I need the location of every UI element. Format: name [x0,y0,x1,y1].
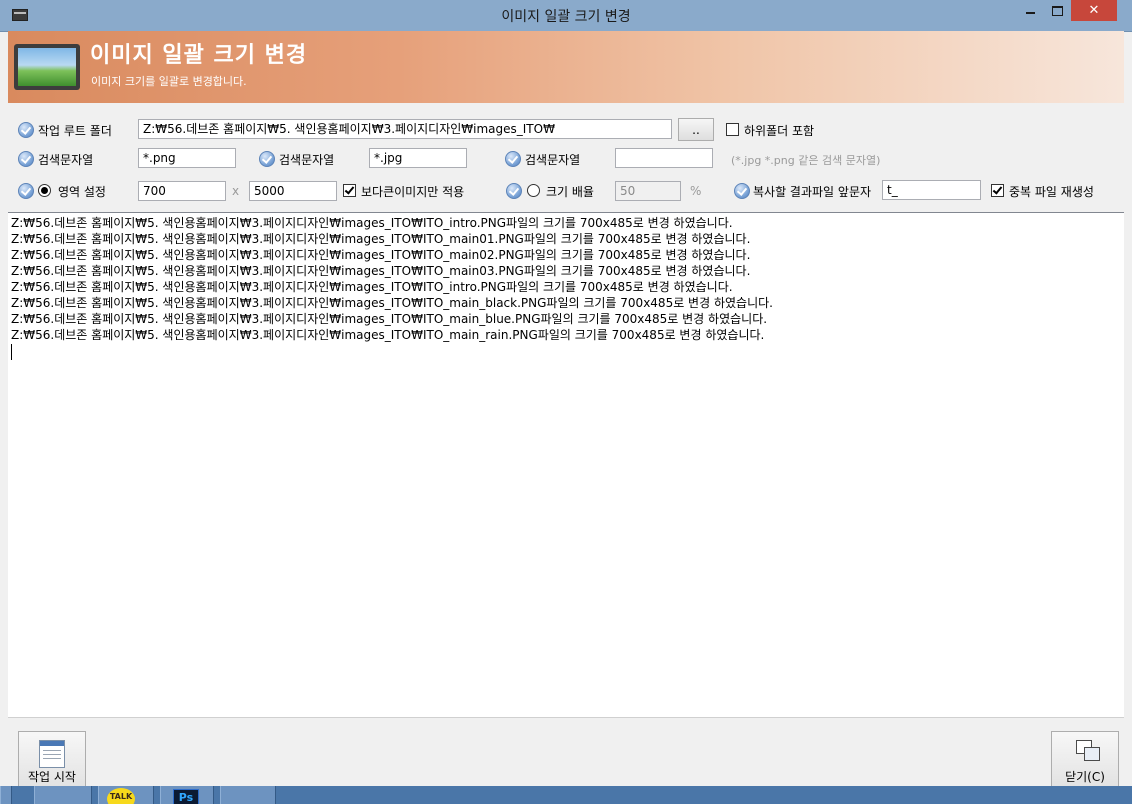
photoshop-icon: Ps [173,789,199,804]
area-width-input[interactable]: 700 [138,181,226,201]
info-check-icon [18,151,34,167]
taskbar-item-explorer[interactable] [220,786,276,804]
search1-label: 검색문자열 [38,153,94,167]
scale-input[interactable]: 50 [615,181,681,201]
search3-input[interactable] [615,148,713,168]
search2-label: 검색문자열 [279,153,335,167]
log-line: Z:₩56.데브존 홈페이지₩5. 색인용홈페이지₩3.페이지디자인₩image… [11,232,751,246]
maximize-icon [1051,5,1063,16]
start-button-label: 작업 시작 [28,770,76,784]
area-separator: x [232,184,240,198]
info-check-icon [18,122,34,138]
root-folder-input[interactable]: Z:₩56.데브존 홈페이지₩5. 색인용홈페이지₩3.페이지디자인₩image… [138,119,672,139]
regenerate-checkbox[interactable] [991,184,1004,197]
log-line: Z:₩56.데브존 홈페이지₩5. 색인용홈페이지₩3.페이지디자인₩image… [11,248,751,262]
close-icon: ✕ [1088,3,1100,18]
search2-input[interactable]: *.jpg [369,148,467,168]
window-title: 이미지 일괄 크기 변경 [501,9,631,25]
include-subfolder-checkbox[interactable] [726,123,739,136]
taskbar-item-photoshop[interactable]: Ps [160,786,214,804]
regenerate-label: 중복 파일 재생성 [1009,185,1094,199]
info-check-icon [506,183,522,199]
document-list-icon [39,740,65,768]
info-check-icon [505,151,521,167]
search-hint: (*.jpg *.png 같은 검색 문자열) [731,154,881,167]
log-line: Z:₩56.데브존 홈페이지₩5. 색인용홈페이지₩3.페이지디자인₩image… [11,264,751,278]
start-button[interactable]: 작업 시작 [18,731,86,787]
maximize-button[interactable] [1044,0,1070,21]
scale-label: 크기 배율 [546,185,594,199]
prefix-input[interactable]: t_ [882,180,981,200]
log-line: Z:₩56.데브존 홈페이지₩5. 색인용홈페이지₩3.페이지디자인₩image… [11,328,765,342]
root-folder-label: 작업 루트 폴더 [38,124,112,138]
taskbar-item-word[interactable] [0,786,12,804]
banner-title: 이미지 일괄 크기 변경 [90,43,308,68]
minimize-icon [1025,11,1035,14]
include-subfolder-label: 하위폴더 포함 [744,124,815,138]
scale-unit: % [690,184,702,198]
close-window-button[interactable]: ✕ [1071,0,1117,21]
log-line: Z:₩56.데브존 홈페이지₩5. 색인용홈페이지₩3.페이지디자인₩image… [11,280,733,294]
prefix-label: 복사할 결과파일 앞문자 [753,185,872,199]
kakaotalk-icon: TALK [107,788,135,804]
info-check-icon [734,183,750,199]
taskbar: TALK Ps [0,786,1132,804]
info-check-icon [259,151,275,167]
area-height-input[interactable]: 5000 [249,181,337,201]
area-radio[interactable] [38,184,51,197]
taskbar-item-app[interactable] [34,786,92,804]
minimize-button[interactable] [1017,0,1043,21]
search3-label: 검색문자열 [525,153,581,167]
log-line: Z:₩56.데브존 홈페이지₩5. 색인용홈페이지₩3.페이지디자인₩image… [11,296,773,310]
log-line: Z:₩56.데브존 홈페이지₩5. 색인용홈페이지₩3.페이지디자인₩image… [11,216,733,230]
header-banner: 이미지 일괄 크기 변경 이미지 크기를 일괄로 변경합니다. [8,31,1124,103]
info-check-icon [18,183,34,199]
taskbar-item-kakaotalk[interactable]: TALK [98,786,154,804]
close-button-label: 닫기(C) [1065,770,1105,784]
area-label: 영역 설정 [58,185,106,199]
log-textarea[interactable]: Z:₩56.데브존 홈페이지₩5. 색인용홈페이지₩3.페이지디자인₩image… [8,212,1124,718]
search1-input[interactable]: *.png [138,148,236,168]
banner-subtitle: 이미지 크기를 일괄로 변경합니다. [91,75,247,88]
log-line: Z:₩56.데브존 홈페이지₩5. 색인용홈페이지₩3.페이지디자인₩image… [11,312,768,326]
close-button[interactable]: 닫기(C) [1051,731,1119,787]
picture-icon [14,44,80,90]
larger-only-checkbox[interactable] [343,184,356,197]
scale-radio[interactable] [527,184,540,197]
title-bar: 이미지 일괄 크기 변경 ✕ [0,0,1132,32]
browse-folder-button[interactable]: .. [678,118,714,141]
text-caret [11,344,12,360]
exit-window-icon [1076,740,1100,761]
larger-only-label: 보다큰이미지만 적용 [361,185,465,199]
